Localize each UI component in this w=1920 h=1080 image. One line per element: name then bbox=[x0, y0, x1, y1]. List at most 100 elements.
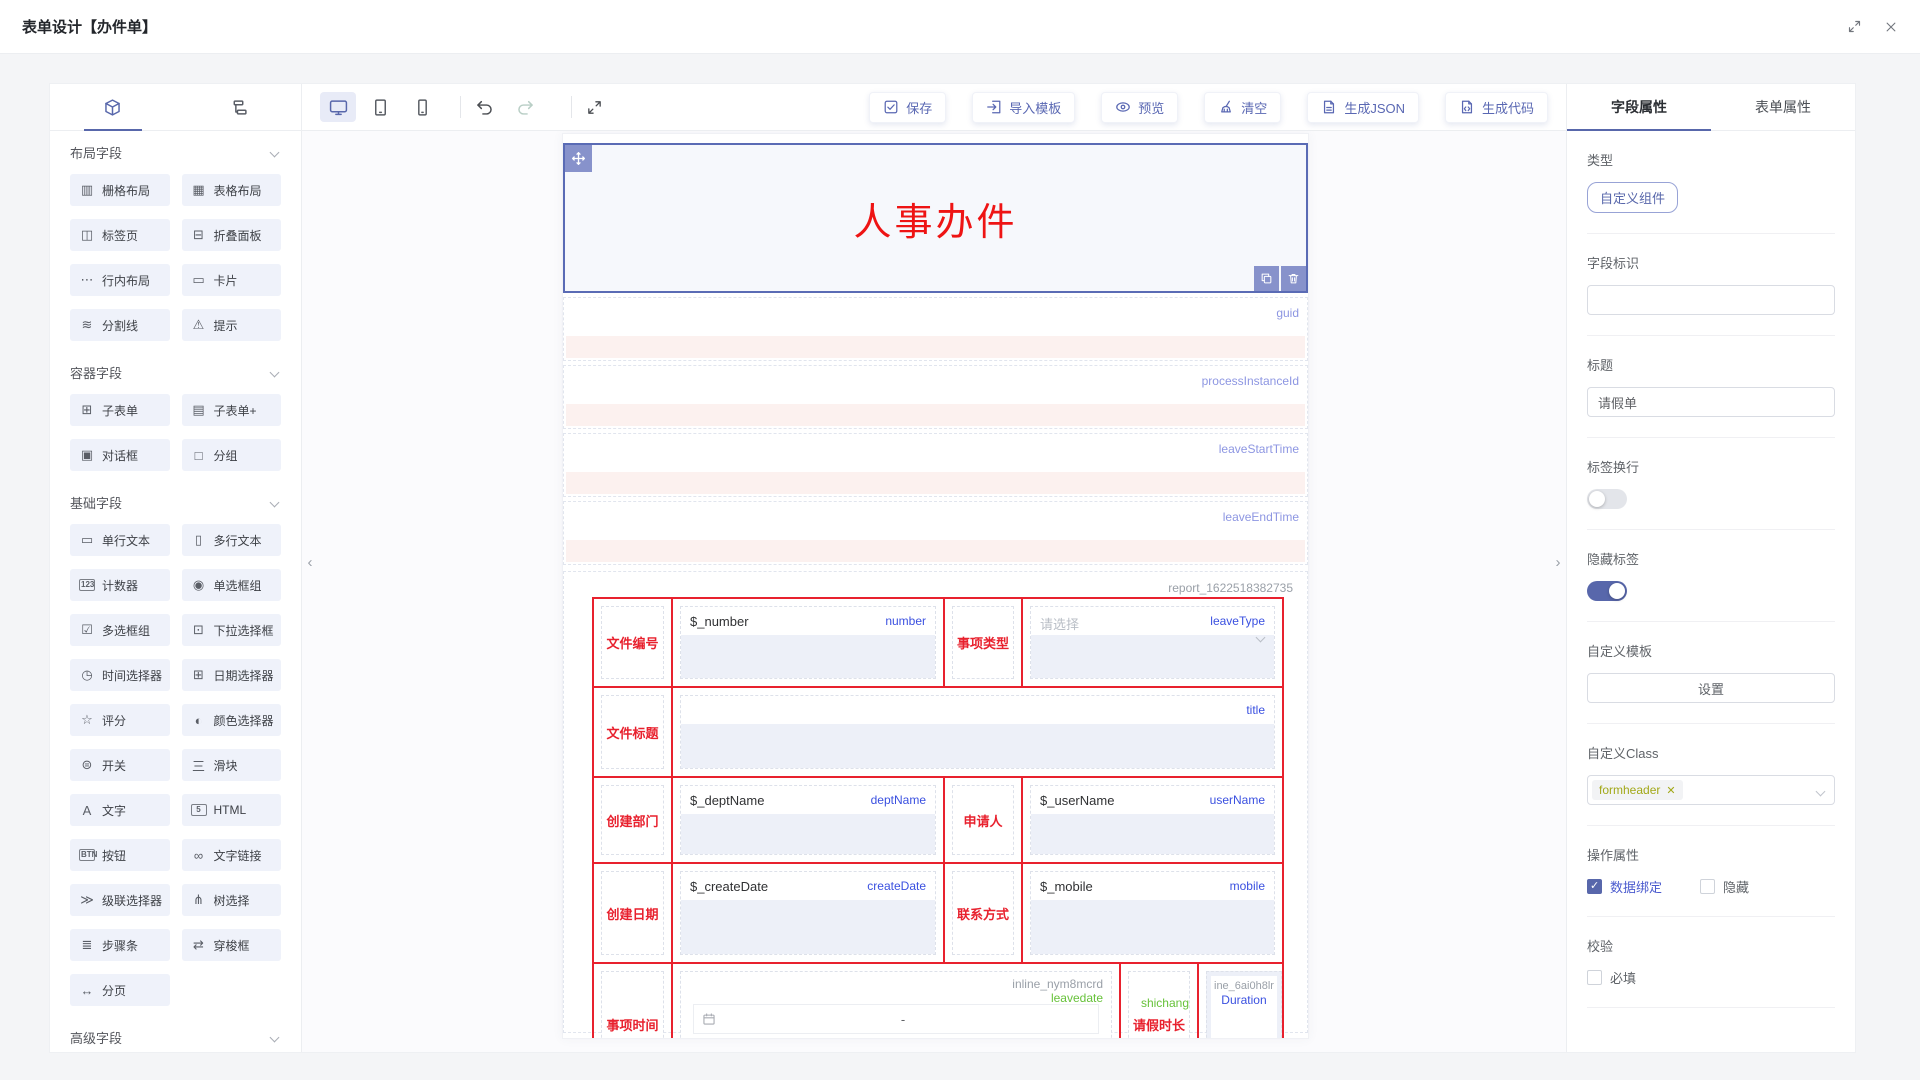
design-canvas[interactable]: ‹ › 人事办件 bbox=[302, 131, 1566, 1052]
hidden-checkbox[interactable]: 隐藏 bbox=[1700, 877, 1749, 896]
cell-field-user-name[interactable]: $_userNameuserName bbox=[1023, 778, 1282, 862]
delete-component-button[interactable] bbox=[1281, 266, 1306, 291]
drag-handle[interactable] bbox=[565, 145, 592, 172]
section-header[interactable]: 布局字段 bbox=[70, 143, 281, 162]
generate-code-button[interactable]: 生成代码 bbox=[1445, 92, 1548, 123]
tab-outline[interactable] bbox=[176, 84, 302, 130]
cell-field-mobile[interactable]: $_mobilemobile bbox=[1023, 864, 1282, 962]
palette-item-switch[interactable]: ⊜开关 bbox=[70, 749, 170, 781]
collapse-left-panel-handle[interactable]: ‹ bbox=[302, 539, 318, 585]
data-binding-checkbox[interactable]: 数据绑定 bbox=[1587, 877, 1662, 896]
date-range-picker[interactable]: - bbox=[693, 1004, 1099, 1034]
cell-field-dept-name[interactable]: $_deptNamedeptName bbox=[673, 778, 945, 862]
dialog-icon: ▣ bbox=[79, 447, 95, 463]
close-icon[interactable] bbox=[1884, 20, 1898, 34]
label-wrap-toggle[interactable] bbox=[1587, 489, 1627, 509]
palette-item-counter[interactable]: 123计数器 bbox=[70, 569, 170, 601]
hidden-field-leave-start-time[interactable]: leaveStartTime bbox=[563, 433, 1308, 497]
tab-form-properties[interactable]: 表单属性 bbox=[1711, 84, 1855, 130]
device-desktop-button[interactable] bbox=[320, 92, 356, 122]
tab-components[interactable] bbox=[50, 84, 176, 130]
palette-item-divider[interactable]: ≋分割线 bbox=[70, 309, 170, 341]
label-wrap-label: 标签换行 bbox=[1587, 457, 1835, 476]
collapse-right-panel-handle[interactable]: › bbox=[1550, 539, 1566, 585]
palette-item-inline-layout[interactable]: ⋯行内布局 bbox=[70, 264, 170, 296]
palette-item-tabs[interactable]: ◫标签页 bbox=[70, 219, 170, 251]
custom-template-settings-button[interactable]: 设置 bbox=[1587, 673, 1835, 703]
fullscreen-toggle-icon[interactable] bbox=[1847, 19, 1862, 34]
palette-item-steps[interactable]: ≣步骤条 bbox=[70, 929, 170, 961]
palette-item-multi-line-text[interactable]: ▯多行文本 bbox=[182, 524, 282, 556]
section-header[interactable]: 高级字段 bbox=[70, 1028, 281, 1047]
palette-item-transfer[interactable]: ⇄穿梭框 bbox=[182, 929, 282, 961]
report-table-component[interactable]: report_1622518382735 文件编号 $_numbernumber… bbox=[563, 571, 1308, 1033]
palette-item-text[interactable]: A文字 bbox=[70, 794, 170, 826]
tree-select-icon: ⋔ bbox=[191, 892, 207, 908]
palette-item-subform-plus[interactable]: ▤子表单+ bbox=[182, 394, 282, 426]
button-icon: BTN bbox=[79, 849, 95, 861]
palette-item-pagination[interactable]: ↔分页 bbox=[70, 974, 170, 1006]
cell-field-number[interactable]: $_numbernumber bbox=[673, 599, 945, 686]
section-header[interactable]: 基础字段 bbox=[70, 493, 281, 512]
cell-field-title[interactable]: title bbox=[673, 688, 1282, 776]
import-template-button[interactable]: 导入模板 bbox=[972, 92, 1075, 123]
section-header[interactable]: 容器字段 bbox=[70, 363, 281, 382]
custom-class-select[interactable]: formheader ✕ bbox=[1587, 775, 1835, 805]
remove-tag-icon[interactable]: ✕ bbox=[1666, 784, 1675, 797]
palette-item-collapse-panel[interactable]: ⊟折叠面板 bbox=[182, 219, 282, 251]
hidden-field-process-instance-id[interactable]: processInstanceId bbox=[563, 365, 1308, 429]
section-basic-fields: 基础字段 ▭单行文本 ▯多行文本 123计数器 ◉单选框组 ☑多选框组 ⊡下拉选… bbox=[70, 493, 281, 1006]
palette-item-grid-layout[interactable]: ▥栅格布局 bbox=[70, 174, 170, 206]
palette-item-tree-select[interactable]: ⋔树选择 bbox=[182, 884, 282, 916]
field-key-input[interactable] bbox=[1587, 285, 1835, 315]
tabs-icon: ◫ bbox=[79, 227, 95, 243]
palette-item-dialog[interactable]: ▣对话框 bbox=[70, 439, 170, 471]
form-header-component-selected[interactable]: 人事办件 bbox=[563, 143, 1308, 293]
hide-label-toggle[interactable] bbox=[1587, 581, 1627, 601]
fullscreen-icon bbox=[586, 99, 603, 116]
palette-item-cascader[interactable]: ≫级联选择器 bbox=[70, 884, 170, 916]
palette-item-color-picker[interactable]: ◐颜色选择器 bbox=[182, 704, 282, 736]
palette-item-select[interactable]: ⊡下拉选择框 bbox=[182, 614, 282, 646]
palette-item-slider[interactable]: 三滑块 bbox=[182, 749, 282, 781]
copy-component-button[interactable] bbox=[1254, 266, 1279, 291]
canvas-fullscreen-button[interactable] bbox=[586, 99, 603, 116]
section-advanced-fields: 高级字段 ◇自定义区域 ◆自定义组件 bbox=[70, 1028, 281, 1052]
collapse-panel-icon: ⊟ bbox=[191, 227, 207, 243]
clear-button[interactable]: 清空 bbox=[1204, 92, 1281, 123]
palette-item-alert[interactable]: ⚠提示 bbox=[182, 309, 282, 341]
generate-code-icon bbox=[1459, 99, 1475, 115]
palette-item-group[interactable]: □分组 bbox=[182, 439, 282, 471]
generate-json-button[interactable]: 生成JSON bbox=[1307, 92, 1419, 123]
palette-item-link[interactable]: ∞文字链接 bbox=[182, 839, 282, 871]
palette-item-table-layout[interactable]: ▦表格布局 bbox=[182, 174, 282, 206]
preview-button[interactable]: 预览 bbox=[1101, 92, 1178, 123]
required-checkbox[interactable]: 必填 bbox=[1587, 968, 1636, 987]
cell-field-leave-type[interactable]: 请选择leaveType bbox=[1023, 599, 1282, 686]
device-tablet-button[interactable] bbox=[362, 92, 398, 122]
hidden-field-guid[interactable]: guid bbox=[563, 297, 1308, 361]
palette-item-subform[interactable]: ⊞子表单 bbox=[70, 394, 170, 426]
palette-item-card[interactable]: ▭卡片 bbox=[182, 264, 282, 296]
palette-item-radio-group[interactable]: ◉单选框组 bbox=[182, 569, 282, 601]
cell-field-duration[interactable]: ine_6ai0h8lr Duration bbox=[1199, 964, 1289, 1039]
cell-field-create-date[interactable]: $_createDatecreateDate bbox=[673, 864, 945, 962]
section-container-fields: 容器字段 ⊞子表单 ▤子表单+ ▣对话框 □分组 bbox=[70, 363, 281, 471]
palette-item-checkbox-group[interactable]: ☑多选框组 bbox=[70, 614, 170, 646]
redo-button[interactable] bbox=[516, 98, 535, 117]
palette-item-rating[interactable]: ☆评分 bbox=[70, 704, 170, 736]
palette-item-time-picker[interactable]: ◷时间选择器 bbox=[70, 659, 170, 691]
undo-button[interactable] bbox=[475, 98, 494, 117]
cell-field-date-range[interactable]: inline_nym8mcrd leavedate - bbox=[673, 964, 1121, 1039]
palette-item-date-picker[interactable]: ⊞日期选择器 bbox=[182, 659, 282, 691]
tab-field-properties[interactable]: 字段属性 bbox=[1567, 84, 1711, 130]
hidden-field-leave-end-time[interactable]: leaveEndTime bbox=[563, 501, 1308, 565]
save-button[interactable]: 保存 bbox=[869, 92, 946, 123]
palette-item-button[interactable]: BTN按钮 bbox=[70, 839, 170, 871]
slider-icon: 三 bbox=[191, 756, 207, 775]
palette-item-html[interactable]: 5HTML bbox=[182, 794, 282, 826]
field-key-label: 字段标识 bbox=[1587, 253, 1835, 272]
palette-item-single-line-text[interactable]: ▭单行文本 bbox=[70, 524, 170, 556]
device-phone-button[interactable] bbox=[404, 92, 440, 122]
title-input[interactable] bbox=[1587, 387, 1835, 417]
